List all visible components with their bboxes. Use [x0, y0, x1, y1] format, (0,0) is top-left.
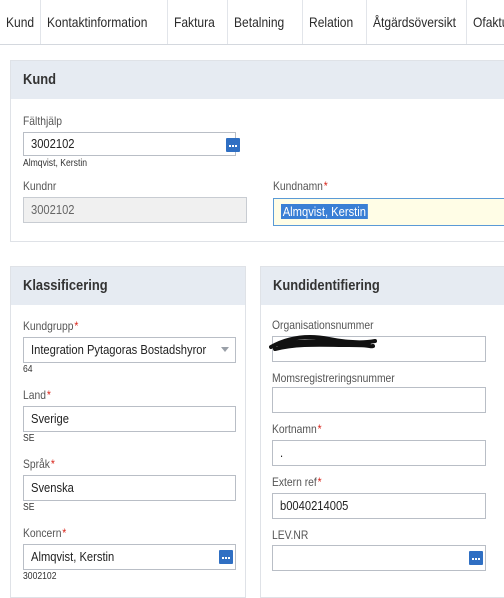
tab-kund[interactable]: Kund — [0, 0, 40, 44]
kund-panel-header: Kund — [11, 61, 504, 99]
falthjalp-field[interactable]: 3002102 — [23, 132, 236, 156]
moms-field[interactable] — [272, 387, 486, 413]
tab-label: Kontaktinformation — [47, 14, 148, 30]
kundnr-label: Kundnr — [23, 179, 57, 193]
koncern-field[interactable]: Almqvist, Kerstin — [23, 544, 236, 570]
tab-label: Kund — [6, 14, 35, 30]
kundgrupp-sub: 64 — [23, 364, 33, 375]
redaction-scribble — [269, 335, 377, 351]
tab-label: Betalning — [234, 14, 285, 30]
panel-title: Klassificering — [23, 277, 108, 294]
kundnamn-selected-text: Almqvist, Kerstin — [281, 204, 368, 219]
land-label: Land* — [23, 388, 51, 402]
kortnamn-label: Kortnamn* — [272, 422, 322, 436]
tab-label: Faktura — [174, 14, 215, 30]
klassificering-panel: Klassificering Kundgrupp* Integration Py… — [10, 266, 246, 598]
falthjalp-sub: Almqvist, Kerstin — [23, 158, 88, 169]
panel-title: Kundidentifiering — [273, 277, 380, 294]
sprak-field[interactable]: Svenska — [23, 475, 236, 501]
tab-atgardsoversikt[interactable]: Åtgärdsöversikt — [366, 0, 466, 44]
orgnr-label: Organisationsnummer — [272, 318, 374, 332]
tab-label: Ofakturera — [473, 14, 504, 30]
levnr-lookup-icon[interactable] — [469, 551, 483, 565]
levnr-field[interactable] — [272, 545, 486, 571]
land-sub: SE — [23, 433, 35, 444]
koncern-sub: 3002102 — [23, 571, 57, 582]
kundidentifiering-panel-header: Kundidentifiering — [261, 267, 504, 305]
tab-kontaktinformation[interactable]: Kontaktinformation — [40, 0, 167, 44]
land-field[interactable]: Sverige — [23, 406, 236, 432]
kundnamn-label: Kundnamn* — [273, 179, 328, 193]
levnr-label: LEV.NR — [272, 528, 309, 542]
kortnamn-field[interactable]: . — [272, 440, 486, 466]
panel-title: Kund — [23, 71, 56, 88]
tab-bar: Kund Kontaktinformation Faktura Betalnin… — [0, 0, 504, 45]
sprak-sub: SE — [23, 502, 35, 513]
tab-label: Åtgärdsöversikt — [373, 14, 456, 30]
sprak-label: Språk* — [23, 457, 55, 471]
tab-ofakturera[interactable]: Ofakturera — [466, 0, 504, 44]
kundgrupp-select[interactable]: Integration Pytagoras Bostadshyror — [23, 337, 236, 363]
kund-panel: Kund Fälthjälp 3002102 Almqvist, Kerstin… — [10, 60, 504, 242]
extern-ref-field[interactable]: b0040214005 — [272, 493, 486, 519]
falthjalp-lookup-icon[interactable] — [226, 138, 240, 152]
tab-relation[interactable]: Relation — [302, 0, 366, 44]
chevron-down-icon[interactable] — [221, 347, 229, 352]
koncern-lookup-icon[interactable] — [219, 550, 233, 564]
tab-faktura[interactable]: Faktura — [167, 0, 227, 44]
tab-betalning[interactable]: Betalning — [227, 0, 302, 44]
kundnr-field[interactable]: 3002102 — [23, 197, 247, 223]
kundgrupp-label: Kundgrupp* — [23, 319, 79, 333]
moms-label: Momsregistreringsnummer — [272, 371, 395, 385]
koncern-label: Koncern* — [23, 526, 67, 540]
extern-ref-label: Extern ref* — [272, 475, 322, 489]
kundidentifiering-panel: Kundidentifiering Organisationsnummer Mo… — [260, 266, 504, 598]
falthjalp-label: Fälthjälp — [23, 114, 63, 128]
kundnamn-field[interactable]: Almqvist, Kerstin — [273, 198, 504, 226]
klassificering-panel-header: Klassificering — [11, 267, 245, 305]
tab-label: Relation — [309, 14, 354, 30]
